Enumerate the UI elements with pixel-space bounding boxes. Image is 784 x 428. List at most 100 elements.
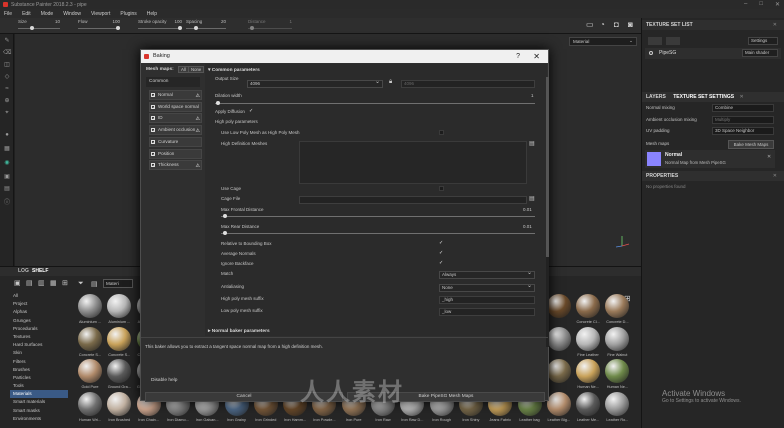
file-icon[interactable]: ▤ — [529, 195, 535, 202]
material-thumbnail[interactable]: Leather Me... — [574, 391, 602, 428]
mesh-map-item[interactable]: ✓ Curvature — [149, 136, 202, 147]
projection-icon[interactable]: ◫ — [3, 62, 11, 69]
normal-mixing-dropdown[interactable]: Combine — [712, 104, 774, 112]
tsl-button-2[interactable] — [666, 37, 680, 45]
tsl-settings-dropdown[interactable]: Settings — [748, 37, 778, 45]
lock-icon[interactable]: 🔒︎ — [389, 79, 392, 86]
shelf-category-item[interactable]: Procedurals — [10, 325, 68, 333]
menu-viewport[interactable]: Viewport — [91, 11, 110, 17]
match-dropdown[interactable]: Always — [439, 270, 535, 279]
import-icon[interactable]: ▤ — [26, 279, 33, 287]
checkbox[interactable]: ✓ — [151, 116, 155, 121]
export-icon[interactable]: ▦ — [50, 279, 57, 287]
max-frontal-slider[interactable] — [223, 214, 227, 218]
tab-texture-set-settings[interactable]: TEXTURE SET SETTINGS — [673, 94, 734, 100]
folder-icon[interactable]: ▥ — [38, 279, 45, 287]
checkbox[interactable]: ✓ — [151, 139, 155, 144]
shelf-category-item[interactable]: Smart masks — [10, 407, 68, 415]
picker-icon[interactable]: ⌖ — [3, 110, 11, 117]
light-icon[interactable]: ◔ — [600, 20, 605, 29]
file-icon[interactable]: ▤ — [529, 140, 535, 147]
checkbox[interactable]: ✓ — [151, 163, 155, 168]
none-button[interactable]: None — [188, 66, 205, 73]
checkbox[interactable]: ✓ — [151, 151, 155, 156]
relative-bbox-checkbox[interactable]: ✓ — [439, 241, 444, 246]
mesh-map-item[interactable]: ✓ ID ⚠ — [149, 113, 202, 124]
shelf-category-item[interactable]: Alphas — [10, 308, 68, 316]
mesh-map-item[interactable]: ✓ Thickness ⚠ — [149, 160, 202, 171]
smudge-icon[interactable]: ≈ — [3, 86, 11, 93]
output-size-height-field[interactable]: 4096 — [401, 80, 535, 88]
shelf-category-item[interactable]: Materials — [10, 390, 68, 399]
shelf-category-item[interactable]: Brushes — [10, 366, 68, 374]
paint-brush-icon[interactable]: ✎ — [3, 38, 11, 45]
hp-suffix-field[interactable]: _high — [439, 296, 535, 304]
shader-dropdown[interactable]: Main shader — [742, 49, 778, 57]
help-icon[interactable]: ? — [516, 50, 520, 63]
menu-window[interactable]: Window — [63, 11, 81, 17]
shelf-category-item[interactable]: Hard Surfaces — [10, 341, 68, 349]
shelf-category-item[interactable]: Tools — [10, 382, 68, 390]
ao-mixing-dropdown[interactable]: Multiply — [712, 116, 774, 124]
menu-mode[interactable]: Mode — [41, 11, 54, 17]
info-icon[interactable]: ⓘ — [3, 200, 11, 207]
stroke-opacity-slider[interactable]: Stroke opacity 100 — [138, 19, 182, 33]
tab-layers[interactable]: LAYERS — [646, 94, 666, 100]
cage-file-field[interactable] — [299, 196, 527, 204]
checkbox[interactable]: ✓ — [151, 128, 155, 133]
shelf-category-item[interactable]: Environments — [10, 415, 68, 423]
screenshot-icon[interactable]: ◘ — [614, 20, 619, 29]
remove-icon[interactable]: ✕ — [767, 154, 771, 160]
filter-icon[interactable]: ⏷ — [78, 280, 84, 288]
mesh-map-item[interactable]: ✓ Normal ⚠ — [149, 90, 202, 100]
camera-view-icon[interactable]: ▭ — [586, 20, 594, 29]
mesh-map-item[interactable]: ✓ World space normal — [149, 101, 202, 112]
dilation-slider[interactable] — [216, 101, 220, 105]
normal-baker-header[interactable]: ▸ Normal baker parameters — [208, 329, 270, 334]
polygon-fill-icon[interactable]: ◇ — [3, 74, 11, 81]
menu-plugins[interactable]: Plugins — [120, 11, 136, 17]
shader-icon[interactable]: ▣ — [3, 174, 11, 181]
common-params-header[interactable]: ▾ Common parameters — [208, 68, 260, 73]
shelf-category-item[interactable]: Smart materials — [10, 398, 68, 406]
menu-edit[interactable]: Edit — [22, 11, 31, 17]
tab-shelf[interactable]: SHELF — [32, 268, 48, 274]
eraser-icon[interactable]: ⌫ — [3, 50, 11, 57]
average-normals-checkbox[interactable]: ✓ — [439, 251, 444, 256]
mesh-map-item[interactable]: ✓ Position — [149, 148, 202, 159]
texture-set-item[interactable]: PipeSG Main shader — [645, 48, 781, 59]
maximize-icon[interactable]: □ — [759, 1, 763, 8]
use-low-poly-checkbox[interactable] — [439, 130, 444, 135]
shelf-category-item[interactable]: Project — [10, 300, 68, 308]
close-icon[interactable]: ✕ — [533, 50, 540, 63]
material-thumbnail[interactable]: Human Wri... — [76, 391, 104, 428]
close-icon[interactable]: ✕ — [773, 171, 777, 181]
layer-icon[interactable]: ▦ — [3, 146, 11, 153]
category-icon[interactable]: ▤ — [91, 280, 98, 288]
close-window-icon[interactable]: ✕ — [775, 1, 780, 8]
scrollbar-thumb[interactable] — [546, 77, 549, 257]
ignore-backface-checkbox[interactable]: ✓ — [439, 261, 444, 266]
shelf-category-item[interactable]: Particles — [10, 374, 68, 382]
dialog-scrollbar[interactable] — [546, 77, 549, 347]
material-icon[interactable]: ● — [3, 132, 11, 139]
hd-meshes-list[interactable] — [299, 141, 527, 184]
shelf-category-item[interactable]: Grunges — [10, 317, 68, 325]
tab-log[interactable]: LOG — [18, 268, 29, 274]
distance-slider[interactable]: Distance 1 — [248, 19, 292, 33]
camera-icon[interactable]: ◙ — [628, 20, 633, 29]
max-rear-slider[interactable] — [223, 231, 227, 235]
lp-suffix-field[interactable]: _low — [439, 308, 535, 316]
output-size-dropdown[interactable]: 4096 — [247, 79, 383, 88]
bake-mesh-maps-button[interactable]: Bake Mesh Maps — [728, 140, 774, 149]
viewport-mode-dropdown[interactable]: Material ⌄ — [569, 37, 637, 46]
shelf-category-item[interactable]: Textures — [10, 333, 68, 341]
menu-file[interactable]: File — [4, 11, 12, 17]
spacing-slider[interactable]: Spacing 20 — [186, 19, 226, 33]
shelf-search-input[interactable]: Materi — [103, 279, 133, 288]
material-thumbnail[interactable]: Iron Brushed — [105, 391, 133, 428]
mesh-map-item[interactable]: ✓ Ambient occlusion ⚠ — [149, 125, 202, 136]
antialiasing-dropdown[interactable]: None — [439, 283, 535, 292]
close-icon[interactable]: ✕ — [739, 94, 743, 100]
shelf-category-item[interactable]: All — [10, 292, 68, 300]
